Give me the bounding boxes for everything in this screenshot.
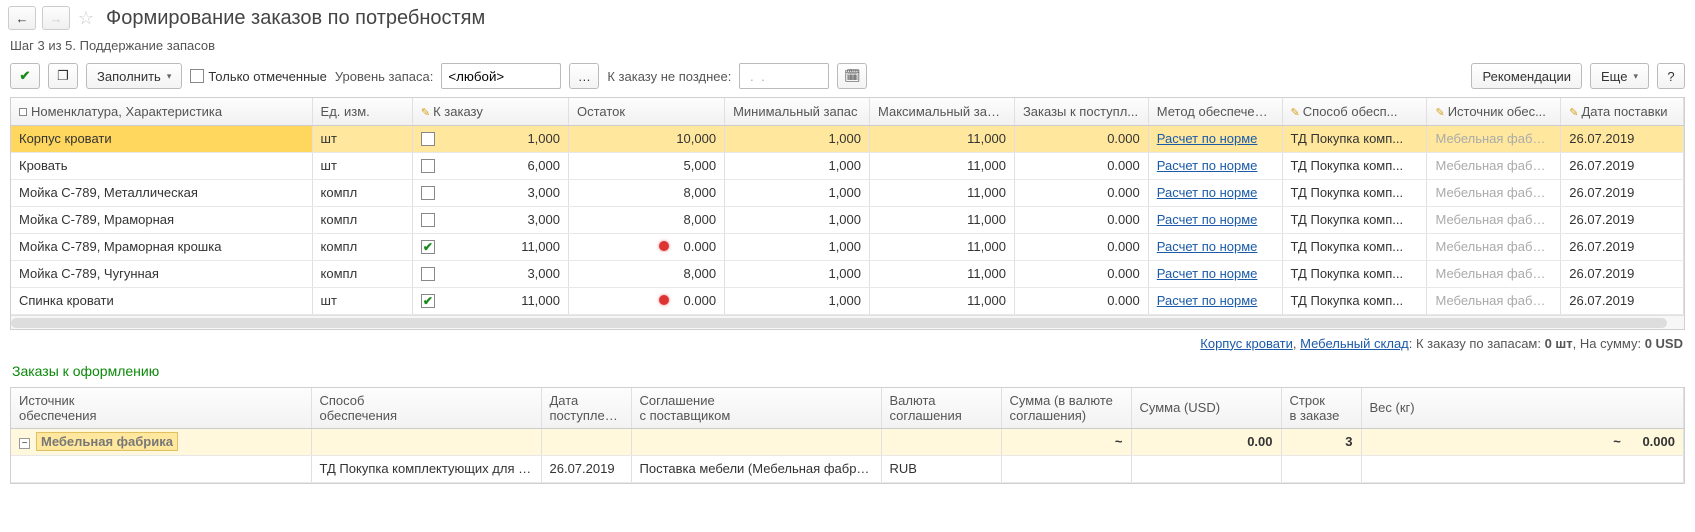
col-way: ✎Способ обесп... bbox=[1282, 98, 1427, 125]
summary-line: Корпус кровати, Мебельный склад: К заказ… bbox=[0, 330, 1695, 357]
table-row[interactable]: Кроватьшт6,0005,0001,00011,0000.000Расче… bbox=[11, 152, 1684, 179]
col-min[interactable]: Минимальный запас bbox=[725, 98, 870, 125]
order-before-label: К заказу не позднее: bbox=[607, 69, 731, 84]
table-row[interactable]: Мойка С-789, Металлическаякомпл3,0008,00… bbox=[11, 179, 1684, 206]
needs-table: Номенклатура, Характеристика Ед. изм. ✎К… bbox=[10, 97, 1685, 330]
col-method[interactable]: Метод обеспечения bbox=[1148, 98, 1282, 125]
order-row[interactable]: ТД Покупка комплектующих для сборк... 26… bbox=[11, 455, 1684, 482]
row-check[interactable] bbox=[421, 132, 435, 146]
method-link[interactable]: Расчет по норме bbox=[1157, 185, 1258, 200]
table-row[interactable]: Мойка С-789, Мраморная крошкакомпл11,000… bbox=[11, 233, 1684, 260]
orders-section-header: Заказы к оформлению bbox=[0, 357, 1695, 383]
page-title: Формирование заказов по потребностям bbox=[106, 7, 485, 30]
step-label: Шаг 3 из 5. Поддержание запасов bbox=[0, 36, 1695, 59]
method-link[interactable]: Расчет по норме bbox=[1157, 158, 1258, 173]
row-check[interactable] bbox=[421, 213, 435, 227]
help-button[interactable]: ? bbox=[1657, 63, 1685, 89]
more-button[interactable]: Еще▾ bbox=[1590, 63, 1649, 89]
table-row[interactable]: Мойка С-789, Чугуннаякомпл3,0008,0001,00… bbox=[11, 260, 1684, 287]
warn-dot-icon bbox=[659, 241, 669, 251]
date-picker-button[interactable]: 🗓 bbox=[837, 63, 867, 89]
method-link[interactable]: Расчет по норме bbox=[1157, 131, 1258, 146]
method-link[interactable]: Расчет по норме bbox=[1157, 266, 1258, 281]
col-item: Номенклатура, Характеристика bbox=[11, 98, 312, 125]
favorite-icon[interactable]: ☆ bbox=[76, 8, 96, 28]
nav-fwd-button[interactable]: → bbox=[42, 6, 70, 30]
ocol-sumusd[interactable]: Сумма (USD) bbox=[1131, 388, 1281, 429]
order-before-input[interactable] bbox=[739, 63, 829, 89]
ocol-sumc[interactable]: Сумма (в валюте соглашения) bbox=[1001, 388, 1131, 429]
row-check[interactable] bbox=[421, 186, 435, 200]
method-link[interactable]: Расчет по норме bbox=[1157, 239, 1258, 254]
row-check[interactable] bbox=[421, 294, 435, 308]
ocol-agree[interactable]: Соглашение с поставщиком bbox=[631, 388, 881, 429]
row-check[interactable] bbox=[421, 267, 435, 281]
orders-table: Источник обеспечения Способ обеспечения … bbox=[10, 387, 1685, 484]
ocol-source[interactable]: Источник обеспечения bbox=[11, 388, 311, 429]
col-date: ✎Дата поставки bbox=[1561, 98, 1684, 125]
copy-button[interactable]: ❐ bbox=[48, 63, 78, 89]
fill-button[interactable]: Заполнить▾ bbox=[86, 63, 182, 89]
recommendations-button[interactable]: Рекомендации bbox=[1471, 63, 1582, 89]
col-remain[interactable]: Остаток bbox=[568, 98, 724, 125]
row-check[interactable] bbox=[421, 240, 435, 254]
summary-warehouse-link[interactable]: Мебельный склад bbox=[1300, 336, 1409, 351]
table-row[interactable]: Мойка С-789, Мраморнаякомпл3,0008,0001,0… bbox=[11, 206, 1684, 233]
table-row[interactable]: Корпус кроватишт1,00010,0001,00011,0000.… bbox=[11, 125, 1684, 152]
order-group-row[interactable]: −Мебельная фабрика ~ 0.00 3 ~ 0.000 bbox=[11, 428, 1684, 455]
method-link[interactable]: Расчет по норме bbox=[1157, 293, 1258, 308]
col-to-order: ✎К заказу bbox=[412, 98, 568, 125]
table-row[interactable]: Спинка кроватишт11,000 0.0001,00011,0000… bbox=[11, 287, 1684, 314]
ocol-way[interactable]: Способ обеспечения bbox=[311, 388, 541, 429]
ocol-lines[interactable]: Строк в заказе bbox=[1281, 388, 1361, 429]
warn-dot-icon bbox=[659, 295, 669, 305]
check-all-button[interactable]: ✔ bbox=[10, 63, 40, 89]
nav-back-button[interactable]: ← bbox=[8, 6, 36, 30]
stock-level-select[interactable] bbox=[441, 63, 561, 89]
stock-level-label: Уровень запаса: bbox=[335, 69, 434, 84]
ocol-curr[interactable]: Валюта соглашения bbox=[881, 388, 1001, 429]
col-incoming[interactable]: Заказы к поступл... bbox=[1014, 98, 1148, 125]
ocol-weight[interactable]: Вес (кг) bbox=[1361, 388, 1684, 429]
collapse-icon[interactable]: − bbox=[19, 438, 30, 449]
ocol-date[interactable]: Дата поступления bbox=[541, 388, 631, 429]
only-checked-toggle[interactable]: Только отмеченные bbox=[190, 69, 326, 84]
row-check[interactable] bbox=[421, 159, 435, 173]
h-scrollbar[interactable] bbox=[11, 315, 1684, 329]
method-link[interactable]: Расчет по норме bbox=[1157, 212, 1258, 227]
summary-item-link[interactable]: Корпус кровати bbox=[1200, 336, 1293, 351]
col-unit[interactable]: Ед. изм. bbox=[312, 98, 412, 125]
col-source: ✎Источник обес... bbox=[1427, 98, 1561, 125]
stock-level-more-button[interactable]: … bbox=[569, 63, 599, 89]
col-max[interactable]: Максимальный запас bbox=[870, 98, 1015, 125]
